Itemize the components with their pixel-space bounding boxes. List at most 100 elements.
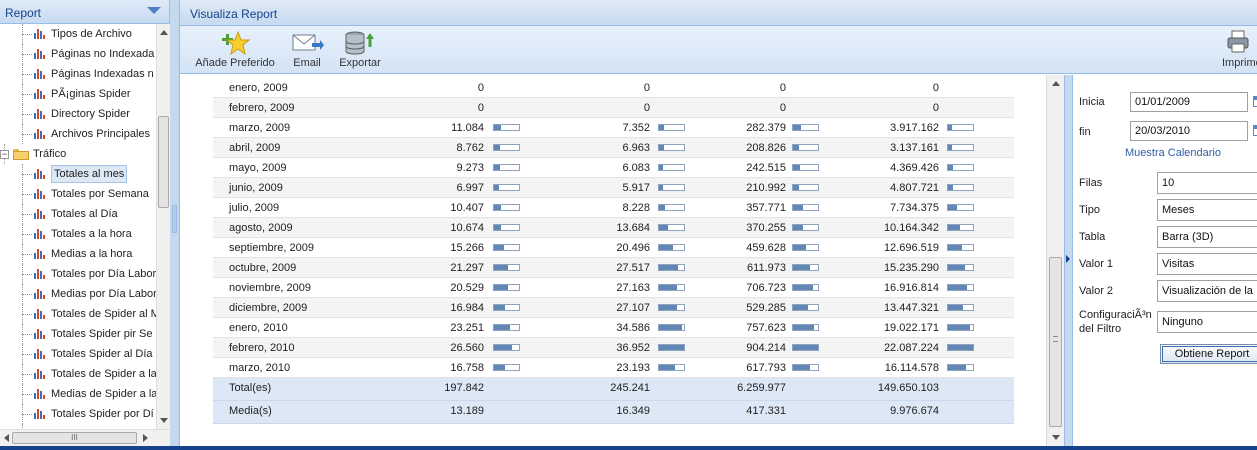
calendar-icon[interactable] <box>1253 125 1257 136</box>
bar-chart-icon <box>34 49 46 59</box>
database-export-icon <box>345 31 374 55</box>
value-bar <box>792 324 819 331</box>
tree-item[interactable]: Páginas no Indexada <box>0 44 156 64</box>
splitter-collapse-handle[interactable] <box>172 205 177 233</box>
row-value: 357.771 <box>746 202 786 214</box>
scroll-thumb[interactable] <box>158 116 169 208</box>
row-value: 706.723 <box>746 282 786 294</box>
expand-arrow-icon[interactable] <box>1066 255 1070 263</box>
report-view-panel: Visualiza Report Añade Preferido Email E… <box>179 0 1257 446</box>
tree-item[interactable]: Totales Spider por Dí <box>0 404 156 424</box>
value-bar-fill <box>494 185 499 190</box>
tree-item[interactable]: Totales a la hora <box>0 224 156 244</box>
print-button[interactable]: Imprime <box>1216 26 1257 74</box>
collapse-node-icon[interactable]: − <box>0 150 9 159</box>
calendar-icon[interactable] <box>1253 96 1257 107</box>
tree-item[interactable]: Totales al Día <box>0 204 156 224</box>
tree-connector <box>22 414 32 415</box>
value-bar-fill <box>494 165 500 170</box>
tree-item[interactable]: Totales Spider pir Se <box>0 324 156 344</box>
print-label: Imprime <box>1222 57 1257 69</box>
end-date-field[interactable] <box>1130 121 1248 141</box>
value1-select[interactable]: Visitas <box>1157 253 1257 275</box>
tree-item-label: Medias a la hora <box>51 248 133 260</box>
tree-item[interactable]: Totales de Spider a la <box>0 364 156 384</box>
table-label: Tabla <box>1079 231 1106 243</box>
value-bar <box>493 224 520 231</box>
value-bar <box>792 124 819 131</box>
row-value: 3.137.161 <box>890 142 939 154</box>
scroll-up-icon[interactable] <box>1052 81 1060 86</box>
email-button[interactable]: Email <box>284 26 330 74</box>
value1-label: Valor 1 <box>1079 258 1114 270</box>
scroll-thumb[interactable]: III <box>12 432 137 444</box>
row-value: 0 <box>477 82 484 94</box>
tree-folder-trafico[interactable]: − Tráfico <box>0 144 156 164</box>
row-value: 0 <box>779 102 786 114</box>
bar-chart-icon <box>34 269 46 279</box>
start-date-field[interactable] <box>1130 92 1248 112</box>
add-favorite-button[interactable]: Añade Preferido <box>194 26 276 74</box>
export-button[interactable]: Exportar <box>336 26 384 74</box>
table-row: marzo, 2009 11.084 7.352 282.379 3.917.162 <box>213 118 1014 138</box>
scroll-up-icon[interactable] <box>160 30 168 35</box>
tree-vertical-scrollbar[interactable] <box>156 24 170 429</box>
value-bar-fill <box>659 145 664 150</box>
value-bar <box>792 264 819 271</box>
tree-item[interactable]: Tipos de Archivo <box>0 24 156 44</box>
scroll-down-icon[interactable] <box>160 418 168 423</box>
scroll-left-icon[interactable] <box>4 434 9 442</box>
value2-select[interactable]: Visualización de la <box>1157 280 1257 302</box>
collapse-panel-icon[interactable] <box>147 7 161 14</box>
scroll-right-icon[interactable] <box>143 434 148 442</box>
scroll-thumb[interactable] <box>1049 257 1062 427</box>
row-value: 10.407 <box>450 202 484 214</box>
tree-item[interactable]: Directory Spider <box>0 104 156 124</box>
bar-chart-icon <box>34 369 46 379</box>
row-value: 21.297 <box>450 262 484 274</box>
value-bar-fill <box>494 365 505 370</box>
right-splitter[interactable] <box>1064 75 1072 446</box>
value-bar <box>658 224 685 231</box>
get-report-button[interactable]: Obtiene Report <box>1160 344 1257 364</box>
row-value: 0 <box>932 102 939 114</box>
tree-item[interactable]: Medias por Día Labor <box>0 284 156 304</box>
tree-item[interactable]: Medias a la hora <box>0 244 156 264</box>
value-bar-fill <box>793 225 803 230</box>
type-select[interactable]: Meses <box>1157 199 1257 221</box>
tree-item[interactable]: Totales por Día Labor <box>0 264 156 284</box>
report-content: enero, 2009 0 0 0 0 febrero, 2009 0 0 0 0 marzo, 2… <box>180 75 1257 446</box>
window-bottom-border <box>0 446 1257 450</box>
tree-item[interactable]: Totales al mes <box>0 164 156 184</box>
value-bar-fill <box>948 345 973 350</box>
tree-connector <box>22 314 32 315</box>
tree-item[interactable]: Totales de Spider al M <box>0 304 156 324</box>
tree-connector <box>22 214 32 215</box>
table-row: agosto, 2009 10.674 13.684 370.255 10.164.34… <box>213 218 1014 238</box>
show-calendar-link[interactable]: Muestra Calendario <box>1125 147 1221 159</box>
scroll-down-icon[interactable] <box>1052 435 1060 440</box>
left-splitter[interactable] <box>171 0 179 446</box>
value-bar <box>947 244 974 251</box>
tree-item[interactable]: Totales Spider al Día <box>0 344 156 364</box>
star-plus-icon <box>222 30 251 56</box>
tree-item-label: Páginas no Indexada <box>51 48 155 60</box>
value-bar-fill <box>793 165 800 170</box>
rows-select[interactable]: 10 <box>1157 172 1257 194</box>
tree-horizontal-scrollbar[interactable]: III <box>0 429 170 446</box>
filter-select[interactable]: Ninguno <box>1157 311 1257 333</box>
value-bar-fill <box>948 305 963 310</box>
tree-connector <box>22 394 32 395</box>
value-bar <box>947 184 974 191</box>
toolbar: Añade Preferido Email Exportar Imprim <box>180 26 1257 74</box>
tree-item[interactable]: PÃ¡ginas Spider <box>0 84 156 104</box>
tree-item[interactable]: Totales por Semana <box>0 184 156 204</box>
tree-item[interactable]: Medias de Spider a la <box>0 384 156 404</box>
tree-item[interactable]: Archivos Principales <box>0 124 156 144</box>
report-panel-header: Report <box>0 0 169 24</box>
row-value: 15.235.290 <box>883 262 939 274</box>
table-select[interactable]: Barra (3D) <box>1157 226 1257 248</box>
tree-item[interactable]: Páginas Indexadas n <box>0 64 156 84</box>
bar-chart-icon <box>34 409 46 419</box>
grid-vertical-scrollbar[interactable] <box>1046 75 1064 446</box>
